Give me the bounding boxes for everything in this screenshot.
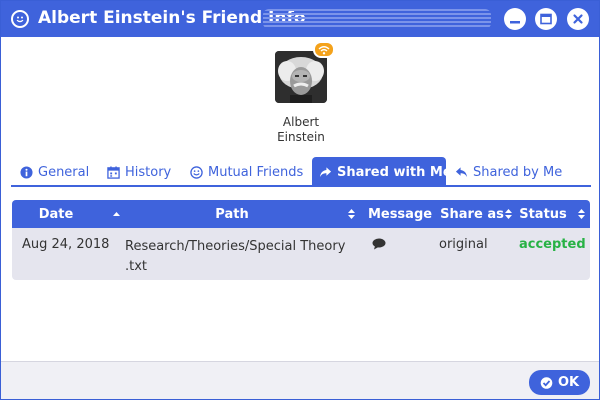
wifi-icon	[318, 45, 330, 54]
dialog-footer: OK	[1, 361, 599, 399]
column-header-status[interactable]: Status	[512, 200, 574, 228]
friend-info-window: Albert Einstein's Friend Info Albert Ein…	[0, 0, 600, 400]
column-header-path[interactable]: Path	[122, 200, 342, 228]
row-path: Research/Theories/Special Theory .txt	[125, 237, 355, 277]
tab-bar: General History Mutual Friends Shared wi…	[11, 157, 591, 187]
tab-mutual-friends[interactable]: Mutual Friends	[183, 157, 310, 187]
maximize-icon	[540, 13, 552, 25]
sort-ascending-icon[interactable]	[113, 209, 120, 219]
friend-last-name: Einstein	[277, 130, 325, 144]
tab-shared-with-me-label: Shared with Me	[337, 164, 452, 180]
maximize-button[interactable]	[535, 8, 557, 30]
row-status: accepted	[519, 237, 586, 252]
friend-first-name: Albert	[282, 115, 320, 129]
close-button[interactable]	[567, 8, 589, 30]
table-row[interactable]: Aug 24, 2018 Research/Theories/Special T…	[12, 228, 590, 280]
table-header: Date Path Message Share as Status	[12, 200, 590, 228]
comment-icon	[372, 238, 386, 250]
drag-grip[interactable]	[263, 9, 491, 29]
tab-shared-with-me[interactable]: Shared with Me	[312, 157, 452, 187]
ok-button[interactable]: OK	[529, 370, 590, 395]
check-circle-icon	[540, 376, 553, 389]
info-icon	[20, 165, 33, 179]
smile-icon	[190, 165, 203, 179]
tab-general[interactable]: General	[13, 157, 96, 187]
tab-mutual-friends-label: Mutual Friends	[208, 164, 304, 180]
tab-history[interactable]: History	[100, 157, 178, 187]
sort-icon[interactable]	[505, 209, 512, 219]
tab-shared-by-me[interactable]: Shared by Me	[448, 157, 569, 187]
row-message-button[interactable]	[372, 238, 386, 254]
close-icon	[573, 14, 583, 24]
column-header-share-as[interactable]: Share as	[432, 200, 512, 228]
reply-icon	[455, 166, 468, 177]
minimize-icon	[510, 21, 520, 24]
smile-icon	[11, 10, 29, 28]
ok-button-label: OK	[557, 375, 580, 390]
calendar-icon	[107, 165, 120, 179]
row-share-as: original	[439, 237, 488, 252]
row-path-line1: Research/Theories/Special Theory	[125, 239, 346, 254]
minimize-button[interactable]	[504, 8, 526, 30]
friend-name: Albert Einstein	[251, 115, 351, 145]
sort-icon[interactable]	[348, 209, 355, 219]
column-header-date[interactable]: Date	[12, 200, 100, 228]
avatar	[275, 51, 327, 103]
title-bar[interactable]: Albert Einstein's Friend Info	[1, 1, 599, 37]
tab-history-label: History	[125, 164, 172, 180]
online-status-badge	[313, 41, 335, 58]
shared-files-table: Date Path Message Share as Status Aug 24…	[12, 200, 590, 280]
row-date: Aug 24, 2018	[22, 237, 110, 252]
sort-icon[interactable]	[578, 209, 585, 219]
share-icon	[319, 166, 332, 177]
tab-general-label: General	[38, 164, 90, 180]
column-header-message[interactable]: Message	[364, 200, 436, 228]
row-path-line2: .txt	[125, 259, 148, 274]
tab-shared-by-me-label: Shared by Me	[473, 164, 563, 180]
